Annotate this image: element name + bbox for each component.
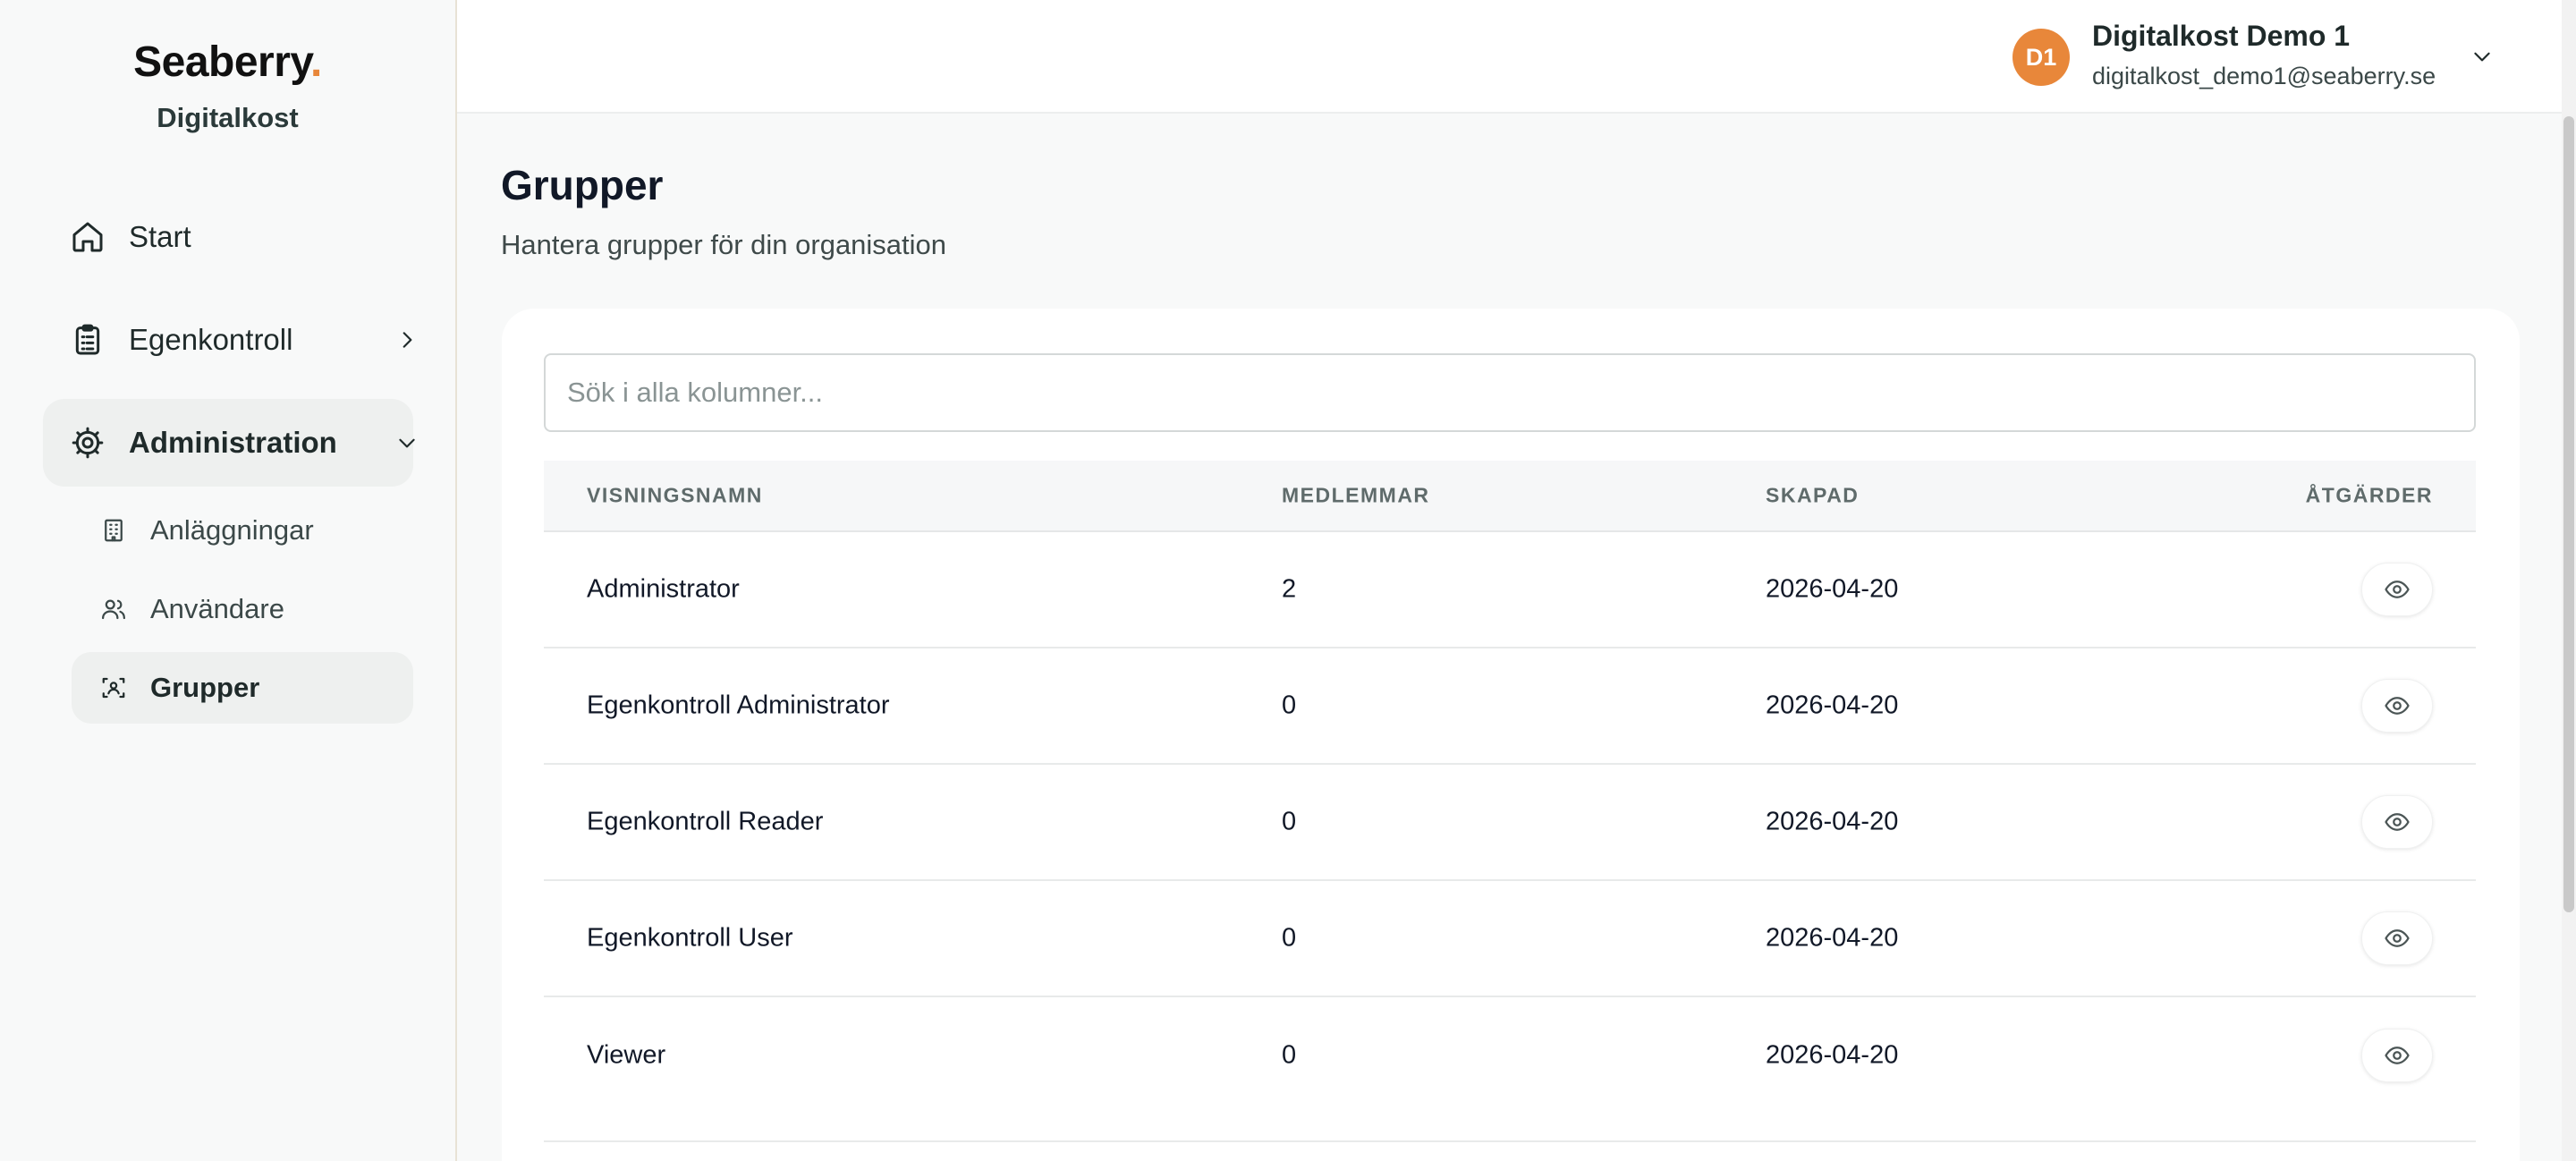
clipboard-icon [75, 324, 100, 355]
member-count: 2 [1282, 574, 1297, 604]
member-count: 0 [1282, 807, 1297, 836]
page-title: Grupper [501, 162, 664, 208]
sidebar-item-label: Användare [150, 593, 284, 624]
member-count: 0 [1282, 1040, 1297, 1070]
top-header [457, 0, 2576, 114]
table-row[interactable]: Egenkontroll User 0 2026-04-20 [544, 881, 2476, 997]
building-icon [105, 519, 123, 542]
group-name: Administrator [587, 574, 740, 604]
view-button[interactable] [2361, 911, 2433, 965]
table-row[interactable]: Administrator 2 2026-04-20 [544, 532, 2476, 648]
sidebar-item-anvandare[interactable]: Användare [72, 573, 413, 645]
brand-logo[interactable]: Seaberry. [0, 36, 455, 89]
group-name: Egenkontroll User [587, 923, 793, 953]
eye-icon [2385, 580, 2410, 598]
view-button[interactable] [2361, 563, 2433, 616]
users-icon [102, 599, 125, 620]
search-input[interactable] [544, 353, 2476, 432]
avatar[interactable]: D1 [2012, 29, 2070, 86]
created-date: 2026-04-20 [1766, 691, 1899, 720]
table-header: VISNINGSNAMN MEDLEMMAR SKAPAD ÅTGÄRDER [544, 461, 2476, 532]
table-row[interactable]: Viewer 0 2026-04-20 [544, 997, 2476, 1142]
eye-icon [2385, 929, 2410, 947]
sidebar-item-start[interactable]: Start [43, 193, 413, 281]
eye-icon [2385, 813, 2410, 831]
gear-icon [72, 427, 104, 459]
eye-icon [2385, 697, 2410, 715]
sidebar-item-egenkontroll[interactable]: Egenkontroll [43, 296, 413, 384]
sidebar-item-label: Anläggningar [150, 514, 314, 546]
chevron-right-icon [402, 332, 412, 348]
sidebar-item-administration[interactable]: Administration [43, 399, 415, 487]
member-count: 0 [1282, 691, 1297, 720]
created-date: 2026-04-20 [1766, 923, 1899, 953]
column-header-atgarder: ÅTGÄRDER [2305, 483, 2433, 507]
sidebar-item-label: Start [129, 220, 191, 253]
sidebar-item-label: Grupper [150, 672, 260, 703]
home-icon [72, 222, 103, 252]
group-icon [102, 677, 125, 699]
group-name: Egenkontroll Reader [587, 807, 824, 836]
sidebar: Seaberry. Digitalkost Start Egenkontroll… [0, 0, 457, 1161]
sidebar-item-label: Administration [129, 426, 337, 459]
created-date: 2026-04-20 [1766, 807, 1899, 836]
view-button[interactable] [2361, 679, 2433, 733]
user-email: digitalkost_demo1@seaberry.se [2092, 63, 2436, 89]
table-row[interactable]: Egenkontroll Reader 0 2026-04-20 [544, 765, 2476, 881]
sidebar-item-anlaggningar[interactable]: Anläggningar [72, 495, 413, 566]
column-header-visningsnamn[interactable]: VISNINGSNAMN [587, 484, 763, 508]
column-header-skapad[interactable]: SKAPAD [1766, 484, 1859, 508]
member-count: 0 [1282, 923, 1297, 953]
user-name[interactable]: Digitalkost Demo 1 [2092, 20, 2350, 53]
user-menu-chevron-icon[interactable] [2470, 45, 2494, 68]
scrollbar-thumb[interactable] [2563, 116, 2574, 912]
created-date: 2026-04-20 [1766, 1040, 1899, 1070]
page-subtitle: Hantera grupper för din organisation [501, 229, 947, 260]
brand: Seaberry. Digitalkost [0, 36, 455, 136]
view-button[interactable] [2361, 795, 2433, 849]
chevron-down-icon [399, 438, 415, 448]
column-header-medlemmar[interactable]: MEDLEMMAR [1282, 484, 1430, 508]
group-name: Viewer [587, 1040, 666, 1070]
view-button[interactable] [2361, 1029, 2433, 1082]
created-date: 2026-04-20 [1766, 574, 1899, 604]
group-name: Egenkontroll Administrator [587, 691, 890, 720]
organization-name: Digitalkost [157, 102, 299, 133]
table-row[interactable]: Egenkontroll Administrator 0 2026-04-20 [544, 648, 2476, 765]
eye-icon [2385, 1047, 2410, 1064]
sidebar-item-label: Egenkontroll [129, 323, 293, 356]
sidebar-item-grupper[interactable]: Grupper [72, 652, 413, 724]
